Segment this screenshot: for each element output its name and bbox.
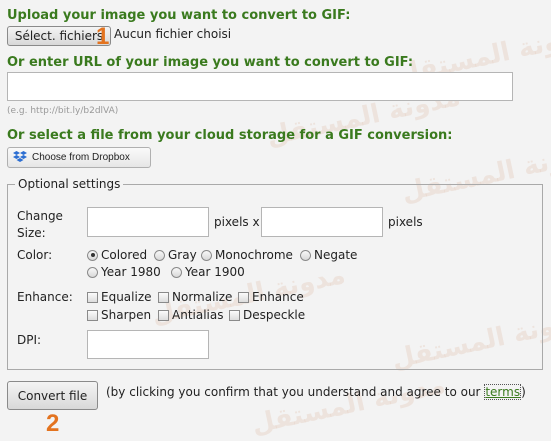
enhance-option-label: Sharpen bbox=[101, 308, 152, 322]
color-option-label: Colored bbox=[101, 248, 148, 262]
watermark-text: مدونة المستقل bbox=[249, 369, 448, 441]
terms-consent-text: (by clicking you confirm that you unders… bbox=[106, 383, 526, 401]
terms-link[interactable]: terms bbox=[484, 384, 522, 400]
upload-heading: Upload your image you want to convert to… bbox=[7, 8, 351, 23]
radio-year-1980[interactable] bbox=[87, 266, 98, 278]
dropbox-icon bbox=[13, 150, 27, 165]
color-option-negate[interactable]: Negate bbox=[300, 248, 357, 262]
color-option-monochrome[interactable]: Monochrome bbox=[201, 248, 293, 262]
file-status-text: Aucun fichier choisi bbox=[114, 27, 232, 41]
optional-settings-legend: Optional settings bbox=[15, 177, 124, 191]
step-1-marker: 1 bbox=[96, 23, 110, 50]
checkbox-antialias[interactable] bbox=[158, 309, 169, 321]
enhance-option-label: Enhance bbox=[252, 290, 304, 304]
checkbox-normalize[interactable] bbox=[158, 291, 169, 303]
color-option-colored[interactable]: Colored bbox=[87, 248, 147, 262]
change-size-label: Change Size: bbox=[17, 209, 63, 240]
enhance-option-normalize[interactable]: Normalize bbox=[158, 290, 232, 304]
enhance-option-label: Antialias bbox=[172, 308, 224, 322]
url-example-hint: (e.g. http://bit.ly/b2dlVA) bbox=[7, 106, 119, 116]
step-2-marker: 2 bbox=[46, 410, 60, 437]
color-label: Color: bbox=[17, 248, 53, 262]
height-input[interactable] bbox=[261, 207, 383, 237]
color-option-year-1980[interactable]: Year 1980 bbox=[87, 265, 161, 279]
pixels-label: pixels bbox=[388, 215, 423, 229]
enhance-option-antialias[interactable]: Antialias bbox=[158, 308, 223, 322]
radio-monochrome[interactable] bbox=[201, 249, 212, 261]
convert-file-button[interactable]: Convert file bbox=[7, 381, 98, 410]
enhance-option-label: Equalize bbox=[101, 290, 152, 304]
width-input[interactable] bbox=[87, 207, 209, 237]
enhance-option-despeckle[interactable]: Despeckle bbox=[229, 308, 305, 322]
color-option-year-1900[interactable]: Year 1900 bbox=[171, 265, 245, 279]
dpi-label: DPI: bbox=[17, 333, 42, 347]
radio-colored[interactable] bbox=[87, 249, 98, 261]
color-option-gray[interactable]: Gray bbox=[154, 248, 197, 262]
color-option-label: Gray bbox=[168, 248, 197, 262]
color-option-label: Monochrome bbox=[215, 248, 293, 262]
url-input[interactable] bbox=[7, 72, 513, 101]
url-heading: Or enter URL of your image you want to c… bbox=[7, 55, 414, 70]
color-option-label: Year 1980 bbox=[101, 265, 161, 279]
dpi-input[interactable] bbox=[87, 330, 209, 359]
checkbox-sharpen[interactable] bbox=[87, 309, 98, 321]
checkbox-despeckle[interactable] bbox=[229, 309, 240, 321]
enhance-option-sharpen[interactable]: Sharpen bbox=[87, 308, 151, 322]
choose-from-dropbox-button[interactable]: Choose from Dropbox bbox=[7, 147, 151, 168]
cloud-heading: Or select a file from your cloud storage… bbox=[7, 128, 453, 143]
radio-gray[interactable] bbox=[154, 249, 165, 261]
enhance-option-label: Despeckle bbox=[243, 308, 306, 322]
dropbox-button-label: Choose from Dropbox bbox=[32, 152, 130, 163]
consent-before-text: (by clicking you confirm that you unders… bbox=[106, 385, 485, 399]
checkbox-enhance[interactable] bbox=[238, 291, 249, 303]
consent-after-text: ) bbox=[521, 385, 526, 399]
color-option-label: Negate bbox=[314, 248, 358, 262]
checkbox-equalize[interactable] bbox=[87, 291, 98, 303]
radio-negate[interactable] bbox=[300, 249, 311, 261]
enhance-option-label: Normalize bbox=[172, 290, 233, 304]
enhance-option-enhance[interactable]: Enhance bbox=[238, 290, 304, 304]
pixels-x-label: pixels x bbox=[214, 215, 260, 229]
color-option-label: Year 1900 bbox=[185, 265, 245, 279]
enhance-option-equalize[interactable]: Equalize bbox=[87, 290, 152, 304]
radio-year-1900[interactable] bbox=[171, 266, 182, 278]
enhance-label: Enhance: bbox=[17, 290, 73, 304]
